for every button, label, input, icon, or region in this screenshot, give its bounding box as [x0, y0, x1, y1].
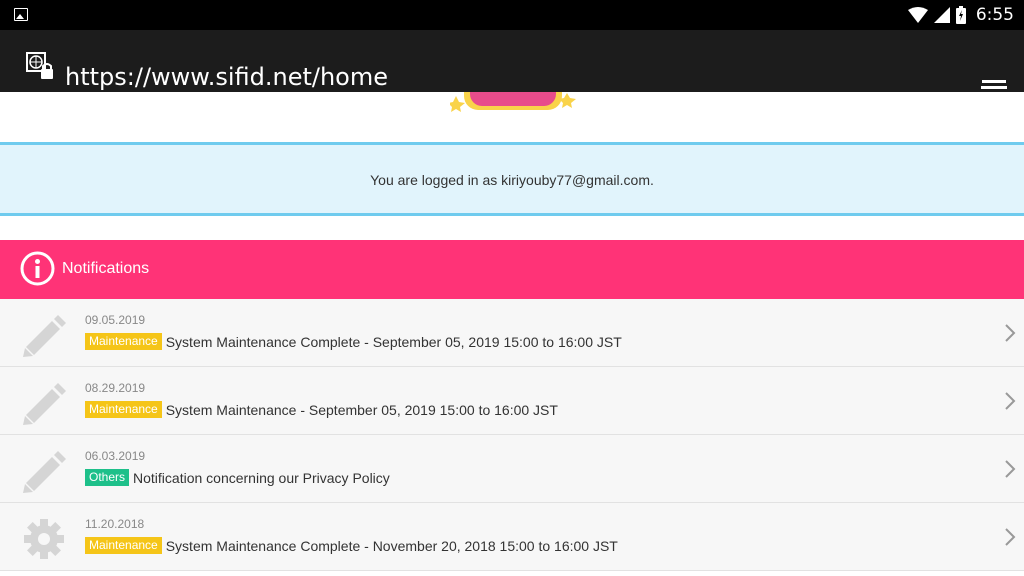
url-text[interactable]: https://www.sifid.net/home	[65, 63, 388, 91]
notification-title[interactable]: System Maintenance Complete - September …	[166, 334, 622, 350]
notification-date: 11.20.2018	[85, 517, 145, 531]
wifi-icon	[907, 7, 928, 23]
pencil-icon	[23, 315, 66, 357]
login-status-text: You are logged in as kiriyouby77@gmail.c…	[370, 172, 654, 188]
pencil-icon	[23, 451, 66, 493]
secure-lock-icon[interactable]	[26, 52, 54, 80]
category-tag: Others	[85, 469, 130, 486]
gear-icon	[24, 519, 64, 559]
notification-date: 09.05.2019	[85, 313, 146, 327]
login-status-box: You are logged in as kiriyouby77@gmail.c…	[0, 142, 1024, 216]
image-notification-icon	[14, 8, 28, 21]
logo-area	[0, 92, 1024, 142]
notification-title[interactable]: System Maintenance Complete - November 2…	[166, 538, 618, 554]
category-tag: Maintenance	[85, 333, 162, 350]
notification-item[interactable]: 09.05.2019 Maintenance System Maintenanc…	[0, 299, 1024, 367]
notification-item[interactable]: 06.03.2019 Others Notification concernin…	[0, 435, 1024, 503]
chevron-right-icon	[1005, 324, 1016, 342]
battery-icon	[955, 6, 966, 24]
notification-item[interactable]: 11.20.2018 Maintenance System Maintenanc…	[0, 503, 1024, 571]
chevron-right-icon	[1005, 392, 1016, 410]
notifications-title: Notifications	[62, 260, 150, 277]
notification-title[interactable]: System Maintenance - September 05, 2019 …	[166, 402, 558, 418]
status-icons: 6:55	[907, 0, 1014, 30]
notification-date: 06.03.2019	[85, 449, 146, 463]
status-bar: 6:55	[0, 0, 1024, 30]
notification-title[interactable]: Notification concerning our Privacy Poli…	[133, 470, 390, 486]
notification-date: 08.29.2019	[85, 381, 146, 395]
chevron-right-icon	[1005, 460, 1016, 478]
chevron-right-icon	[1005, 528, 1016, 546]
category-tag: Maintenance	[85, 537, 162, 554]
pencil-icon	[23, 383, 66, 425]
clock: 6:55	[975, 5, 1014, 25]
category-tag: Maintenance	[85, 401, 162, 418]
sifid-logo	[450, 92, 576, 112]
notifications-header: Notifications	[0, 240, 1024, 299]
signal-icon	[933, 7, 950, 23]
notifications-list: 09.05.2019 Maintenance System Maintenanc…	[0, 299, 1024, 571]
info-icon	[20, 251, 55, 286]
notification-item[interactable]: 08.29.2019 Maintenance System Maintenanc…	[0, 367, 1024, 435]
browser-url-bar: https://www.sifid.net/home	[0, 30, 1024, 101]
